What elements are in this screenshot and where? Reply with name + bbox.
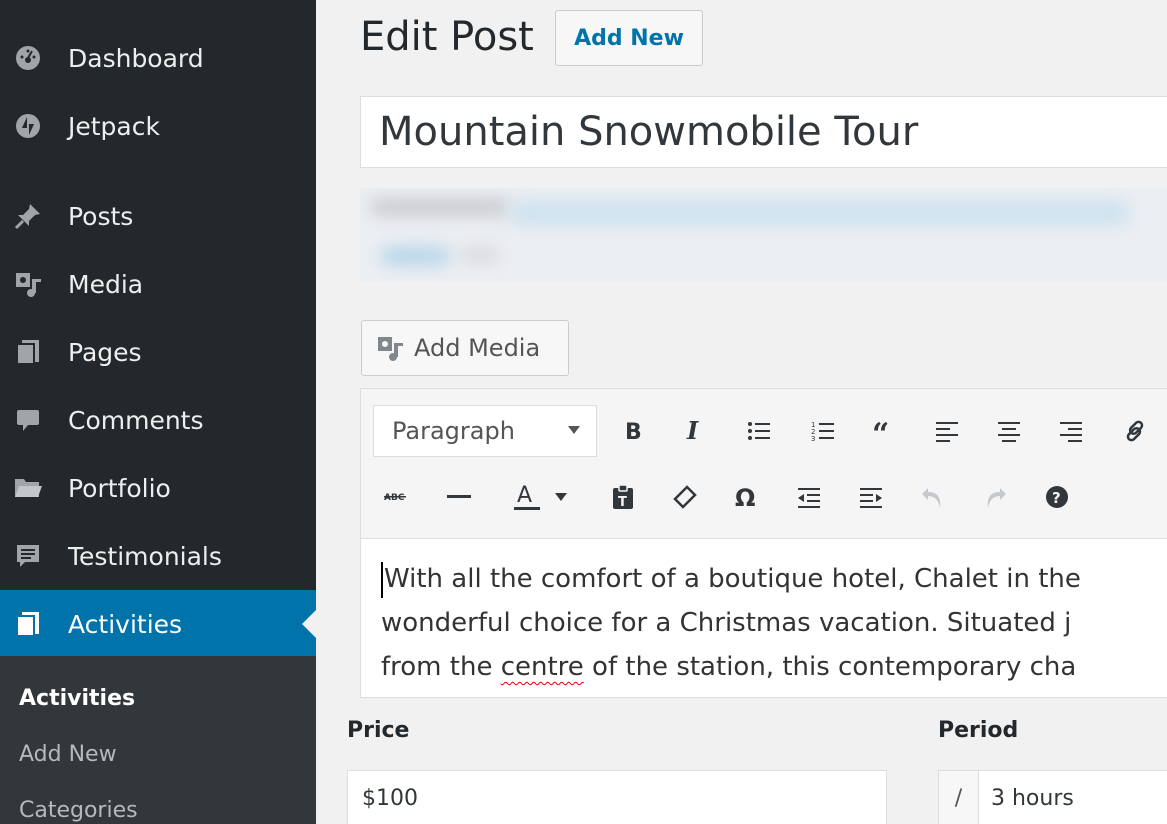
link-icon[interactable] bbox=[1113, 409, 1157, 453]
content-editor: Paragraph B I 123 “ ABC A T Ω ? With all… bbox=[360, 388, 1167, 698]
sidebar-item-label: Pages bbox=[68, 337, 142, 367]
activities-icon bbox=[12, 608, 44, 640]
svg-text:3: 3 bbox=[811, 435, 815, 442]
sidebar-item-label: Dashboard bbox=[68, 43, 204, 73]
svg-text:B: B bbox=[625, 420, 642, 443]
add-new-button[interactable]: Add New bbox=[555, 10, 703, 66]
submenu-item-activities[interactable]: Activities bbox=[19, 686, 135, 711]
format-select-value: Paragraph bbox=[392, 417, 515, 445]
sidebar-item-label: Testimonials bbox=[68, 541, 222, 571]
bold-button[interactable]: B bbox=[611, 409, 655, 453]
pages-icon bbox=[12, 336, 44, 368]
folder-icon bbox=[12, 472, 44, 504]
sidebar-item-label: Activities bbox=[68, 609, 183, 639]
align-left-icon[interactable] bbox=[925, 409, 969, 453]
svg-text:Ω: Ω bbox=[735, 484, 755, 510]
sidebar-item-activities[interactable]: Activities bbox=[0, 590, 316, 658]
price-input[interactable]: $100 bbox=[347, 770, 887, 824]
indent-icon[interactable] bbox=[849, 475, 893, 519]
media-icon bbox=[12, 268, 44, 300]
sidebar-item-label: Media bbox=[68, 269, 144, 299]
redo-icon[interactable] bbox=[973, 475, 1017, 519]
jetpack-icon bbox=[12, 110, 44, 142]
editor-toolbar: Paragraph B I 123 “ ABC A T Ω ? bbox=[361, 389, 1167, 539]
sidebar-item-label: Comments bbox=[68, 405, 204, 435]
sidebar-item-pages[interactable]: Pages bbox=[0, 318, 316, 386]
strikethrough-icon[interactable]: ABC bbox=[375, 475, 419, 519]
sidebar-item-jetpack[interactable]: Jetpack bbox=[0, 92, 316, 160]
numbered-list-icon[interactable]: 123 bbox=[801, 409, 845, 453]
sidebar-item-posts[interactable]: Posts bbox=[0, 182, 316, 250]
activities-submenu: Activities Add New Categories bbox=[0, 656, 316, 824]
period-value: 3 hours bbox=[991, 785, 1074, 811]
pin-icon bbox=[12, 200, 44, 232]
content-line: wonderful choice for a Christmas vacatio… bbox=[381, 608, 1072, 638]
text-color-icon[interactable]: A bbox=[505, 475, 549, 519]
align-right-icon[interactable] bbox=[1049, 409, 1093, 453]
sidebar-item-label: Portfolio bbox=[68, 473, 171, 503]
content-line-text: from the bbox=[381, 652, 501, 682]
testimonial-icon bbox=[12, 540, 44, 572]
chevron-down-icon[interactable] bbox=[549, 475, 573, 519]
help-icon[interactable]: ? bbox=[1035, 475, 1079, 519]
permalink-area-blurred bbox=[360, 188, 1167, 282]
post-title-input[interactable]: Mountain Snowmobile Tour bbox=[360, 96, 1167, 168]
sidebar-item-portfolio[interactable]: Portfolio bbox=[0, 454, 316, 522]
price-label: Price bbox=[347, 718, 410, 743]
svg-text:A: A bbox=[517, 483, 532, 508]
sidebar-item-media[interactable]: Media bbox=[0, 250, 316, 318]
sidebar-item-label: Posts bbox=[68, 201, 134, 231]
dashboard-icon bbox=[12, 42, 44, 74]
format-select[interactable]: Paragraph bbox=[373, 405, 597, 457]
period-label: Period bbox=[938, 718, 1019, 743]
misspelled-word: centre bbox=[500, 652, 584, 682]
media-icon bbox=[376, 334, 404, 362]
sidebar-item-comments[interactable]: Comments bbox=[0, 386, 316, 454]
content-line-text: With all the comfort of a boutique hotel… bbox=[384, 564, 1081, 594]
undo-icon[interactable] bbox=[911, 475, 955, 519]
add-media-label: Add Media bbox=[414, 334, 541, 362]
special-character-icon[interactable]: Ω bbox=[725, 475, 769, 519]
chevron-down-icon bbox=[568, 426, 580, 434]
add-media-button[interactable]: Add Media bbox=[361, 320, 569, 376]
align-center-icon[interactable] bbox=[987, 409, 1031, 453]
sidebar-item-dashboard[interactable]: Dashboard bbox=[0, 24, 316, 92]
blockquote-icon[interactable]: “ bbox=[863, 409, 907, 453]
svg-text:ABC: ABC bbox=[384, 493, 405, 503]
svg-text:“: “ bbox=[872, 420, 889, 442]
bullet-list-icon[interactable] bbox=[737, 409, 781, 453]
period-field[interactable]: / 3 hours bbox=[938, 770, 1167, 824]
svg-text:?: ? bbox=[1052, 489, 1061, 507]
comment-icon bbox=[12, 404, 44, 436]
clear-formatting-icon[interactable] bbox=[663, 475, 707, 519]
page-title: Edit Post bbox=[360, 14, 534, 60]
submenu-item-categories[interactable]: Categories bbox=[19, 798, 138, 823]
sidebar-item-testimonials[interactable]: Testimonials bbox=[0, 522, 316, 590]
sidebar-item-label: Jetpack bbox=[68, 111, 160, 141]
content-line: from the centre of the station, this con… bbox=[381, 645, 1167, 689]
period-prefix: / bbox=[939, 771, 979, 824]
active-indicator bbox=[302, 610, 316, 638]
outdent-icon[interactable] bbox=[787, 475, 831, 519]
horizontal-line-icon[interactable] bbox=[437, 475, 481, 519]
svg-text:I: I bbox=[686, 419, 699, 443]
text-cursor bbox=[381, 561, 383, 598]
content-line-text: of the station, this contemporary cha bbox=[583, 652, 1077, 682]
svg-text:T: T bbox=[618, 495, 627, 510]
paste-text-icon[interactable]: T bbox=[601, 475, 645, 519]
italic-button[interactable]: I bbox=[673, 409, 717, 453]
editor-content[interactable]: With all the comfort of a boutique hotel… bbox=[381, 557, 1167, 689]
admin-sidebar: Dashboard Jetpack Posts Media Pages Comm… bbox=[0, 0, 316, 824]
content-line: With all the comfort of a boutique hotel… bbox=[381, 557, 1167, 601]
submenu-item-add-new[interactable]: Add New bbox=[19, 742, 117, 767]
